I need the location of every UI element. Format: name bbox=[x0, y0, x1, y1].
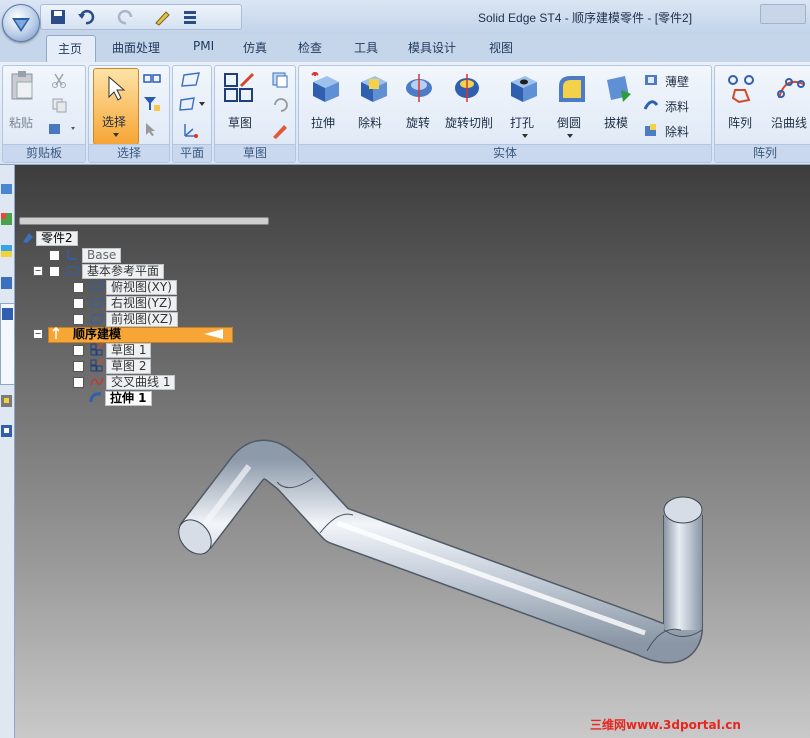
pattern-along-curve-icon[interactable] bbox=[775, 72, 807, 104]
library-tab-icon[interactable] bbox=[0, 393, 13, 409]
draw-pencil-icon[interactable] bbox=[271, 121, 289, 139]
select-group-label: 选择 bbox=[89, 144, 169, 162]
tab-home-label: 主页 bbox=[58, 42, 83, 56]
revolve-icon[interactable] bbox=[403, 72, 435, 104]
remove-material-label[interactable]: 除料 bbox=[665, 123, 689, 140]
window-controls[interactable] bbox=[760, 4, 806, 24]
coordinate-system-icon[interactable] bbox=[181, 121, 201, 139]
app-logo-icon bbox=[12, 18, 30, 32]
rotate-sketch-icon[interactable] bbox=[271, 96, 289, 114]
color-tab-icon[interactable] bbox=[0, 211, 13, 227]
pattern-group-label: 阵列 bbox=[715, 144, 810, 162]
select-group: 选择 选择 bbox=[88, 65, 170, 163]
select-button[interactable]: 选择 bbox=[93, 68, 139, 145]
pattern-label[interactable]: 阵列 bbox=[728, 114, 752, 131]
left-panel-tabs bbox=[0, 165, 15, 738]
application-menu-button[interactable] bbox=[2, 4, 40, 42]
extrude-label[interactable]: 拉伸 bbox=[311, 114, 335, 131]
format-painter-icon[interactable] bbox=[47, 121, 77, 137]
tab-pmi[interactable]: PMI bbox=[193, 39, 214, 53]
pathfinder-tab[interactable] bbox=[0, 303, 15, 385]
layers-tab-icon[interactable] bbox=[0, 181, 13, 197]
solid-group-label: 实体 bbox=[299, 144, 711, 162]
round-label[interactable]: 倒圆 bbox=[557, 114, 581, 131]
parts-tab-icon[interactable] bbox=[0, 275, 13, 291]
draft-label[interactable]: 拔模 bbox=[604, 114, 628, 131]
tube-body bbox=[179, 439, 703, 664]
tube-top-face bbox=[663, 496, 703, 524]
add-material-label[interactable]: 添料 bbox=[665, 98, 689, 115]
undo-icon[interactable] bbox=[77, 8, 95, 26]
tab-view[interactable]: 视图 bbox=[489, 39, 513, 56]
cut-solid-icon[interactable] bbox=[357, 72, 389, 104]
ribbon: 粘贴 剪贴板 选择 选择 平面 草图 草图 拉伸 除料 旋转 旋转切削 打孔 倒… bbox=[0, 62, 810, 165]
title-bar: Solid Edge ST4 - 顺序建模零件 - [零件2] bbox=[0, 0, 810, 42]
cut-solid-label[interactable]: 除料 bbox=[358, 114, 382, 131]
feature-tab-icon[interactable] bbox=[0, 423, 13, 439]
revolve-label[interactable]: 旋转 bbox=[406, 114, 430, 131]
along-curve-label[interactable]: 沿曲线 bbox=[771, 114, 807, 131]
plane-normal-icon[interactable] bbox=[179, 96, 205, 112]
quick-access-toolbar bbox=[40, 4, 242, 30]
rainbow-tab-icon[interactable] bbox=[0, 243, 13, 259]
paste-icon[interactable] bbox=[9, 70, 37, 102]
plane-icon[interactable] bbox=[181, 72, 201, 88]
tube-model[interactable] bbox=[15, 165, 810, 738]
thin-wall-icon[interactable] bbox=[643, 72, 659, 88]
add-material-icon[interactable] bbox=[643, 97, 659, 113]
tab-surfacing[interactable]: 曲面处理 bbox=[112, 39, 160, 56]
draft-icon[interactable] bbox=[601, 72, 633, 104]
ribbon-tabs: 主页 曲面处理 PMI 仿真 检查 工具 模具设计 视图 bbox=[0, 33, 810, 63]
pencil-icon[interactable] bbox=[153, 8, 171, 26]
plane-group: 平面 bbox=[172, 65, 212, 163]
revolve-cut-icon[interactable] bbox=[449, 72, 485, 104]
sketch-icon[interactable] bbox=[223, 72, 257, 102]
tab-simulation[interactable]: 仿真 bbox=[243, 39, 267, 56]
round-icon[interactable] bbox=[555, 72, 587, 104]
plane-group-label: 平面 bbox=[173, 144, 211, 162]
chevron-down-icon bbox=[113, 133, 119, 137]
extrude-icon[interactable] bbox=[309, 72, 341, 104]
window-title: Solid Edge ST4 - 顺序建模零件 - [零件2] bbox=[478, 11, 693, 25]
cut-icon[interactable] bbox=[51, 72, 67, 88]
redo-icon[interactable] bbox=[117, 8, 135, 26]
project-icon[interactable] bbox=[271, 71, 289, 89]
graphics-viewport[interactable]: 零件2 Base − 基本参考平面 俯视图(XY) 右视图(YZ) 前视图(XZ… bbox=[15, 165, 810, 738]
thin-wall-label[interactable]: 薄壁 bbox=[665, 73, 689, 90]
sketch-group: 草图 草图 bbox=[214, 65, 296, 163]
sketch-label[interactable]: 草图 bbox=[228, 114, 252, 131]
watermark: 三维网www.3dportal.cn bbox=[590, 718, 741, 732]
filter-icon[interactable] bbox=[143, 96, 161, 112]
paste-label[interactable]: 粘贴 bbox=[9, 114, 33, 131]
tab-tools[interactable]: 工具 bbox=[354, 39, 378, 56]
revolve-cut-label[interactable]: 旋转切削 bbox=[445, 114, 493, 131]
pattern-group: 阵列 沿曲线 阵列 bbox=[714, 65, 810, 163]
pathfinder-tab-icon bbox=[2, 308, 13, 320]
select-label: 选择 bbox=[102, 115, 127, 129]
save-icon[interactable] bbox=[49, 8, 67, 26]
hole-icon[interactable] bbox=[507, 72, 539, 104]
remove-material-icon[interactable] bbox=[643, 122, 659, 138]
clipboard-group-label: 剪贴板 bbox=[3, 144, 85, 162]
copy-icon[interactable] bbox=[51, 97, 67, 113]
hole-chevron-down-icon[interactable] bbox=[522, 134, 528, 138]
hole-label[interactable]: 打孔 bbox=[510, 114, 534, 131]
tab-mold-design[interactable]: 模具设计 bbox=[408, 39, 456, 56]
tab-inspect[interactable]: 检查 bbox=[298, 39, 322, 56]
layout-icon[interactable] bbox=[181, 8, 199, 26]
solid-group: 拉伸 除料 旋转 旋转切削 打孔 倒圆 拔模 薄壁 添料 除料 实体 bbox=[298, 65, 712, 163]
round-chevron-down-icon[interactable] bbox=[567, 134, 573, 138]
sketch-group-label: 草图 bbox=[215, 144, 295, 162]
cursor-arrow-icon bbox=[108, 75, 126, 101]
tab-home[interactable]: 主页 bbox=[46, 35, 96, 63]
pattern-icon[interactable] bbox=[725, 72, 757, 104]
select-box-icon[interactable] bbox=[143, 72, 161, 86]
select-tools-icon[interactable] bbox=[143, 121, 161, 137]
clipboard-group: 粘贴 剪贴板 bbox=[2, 65, 86, 163]
